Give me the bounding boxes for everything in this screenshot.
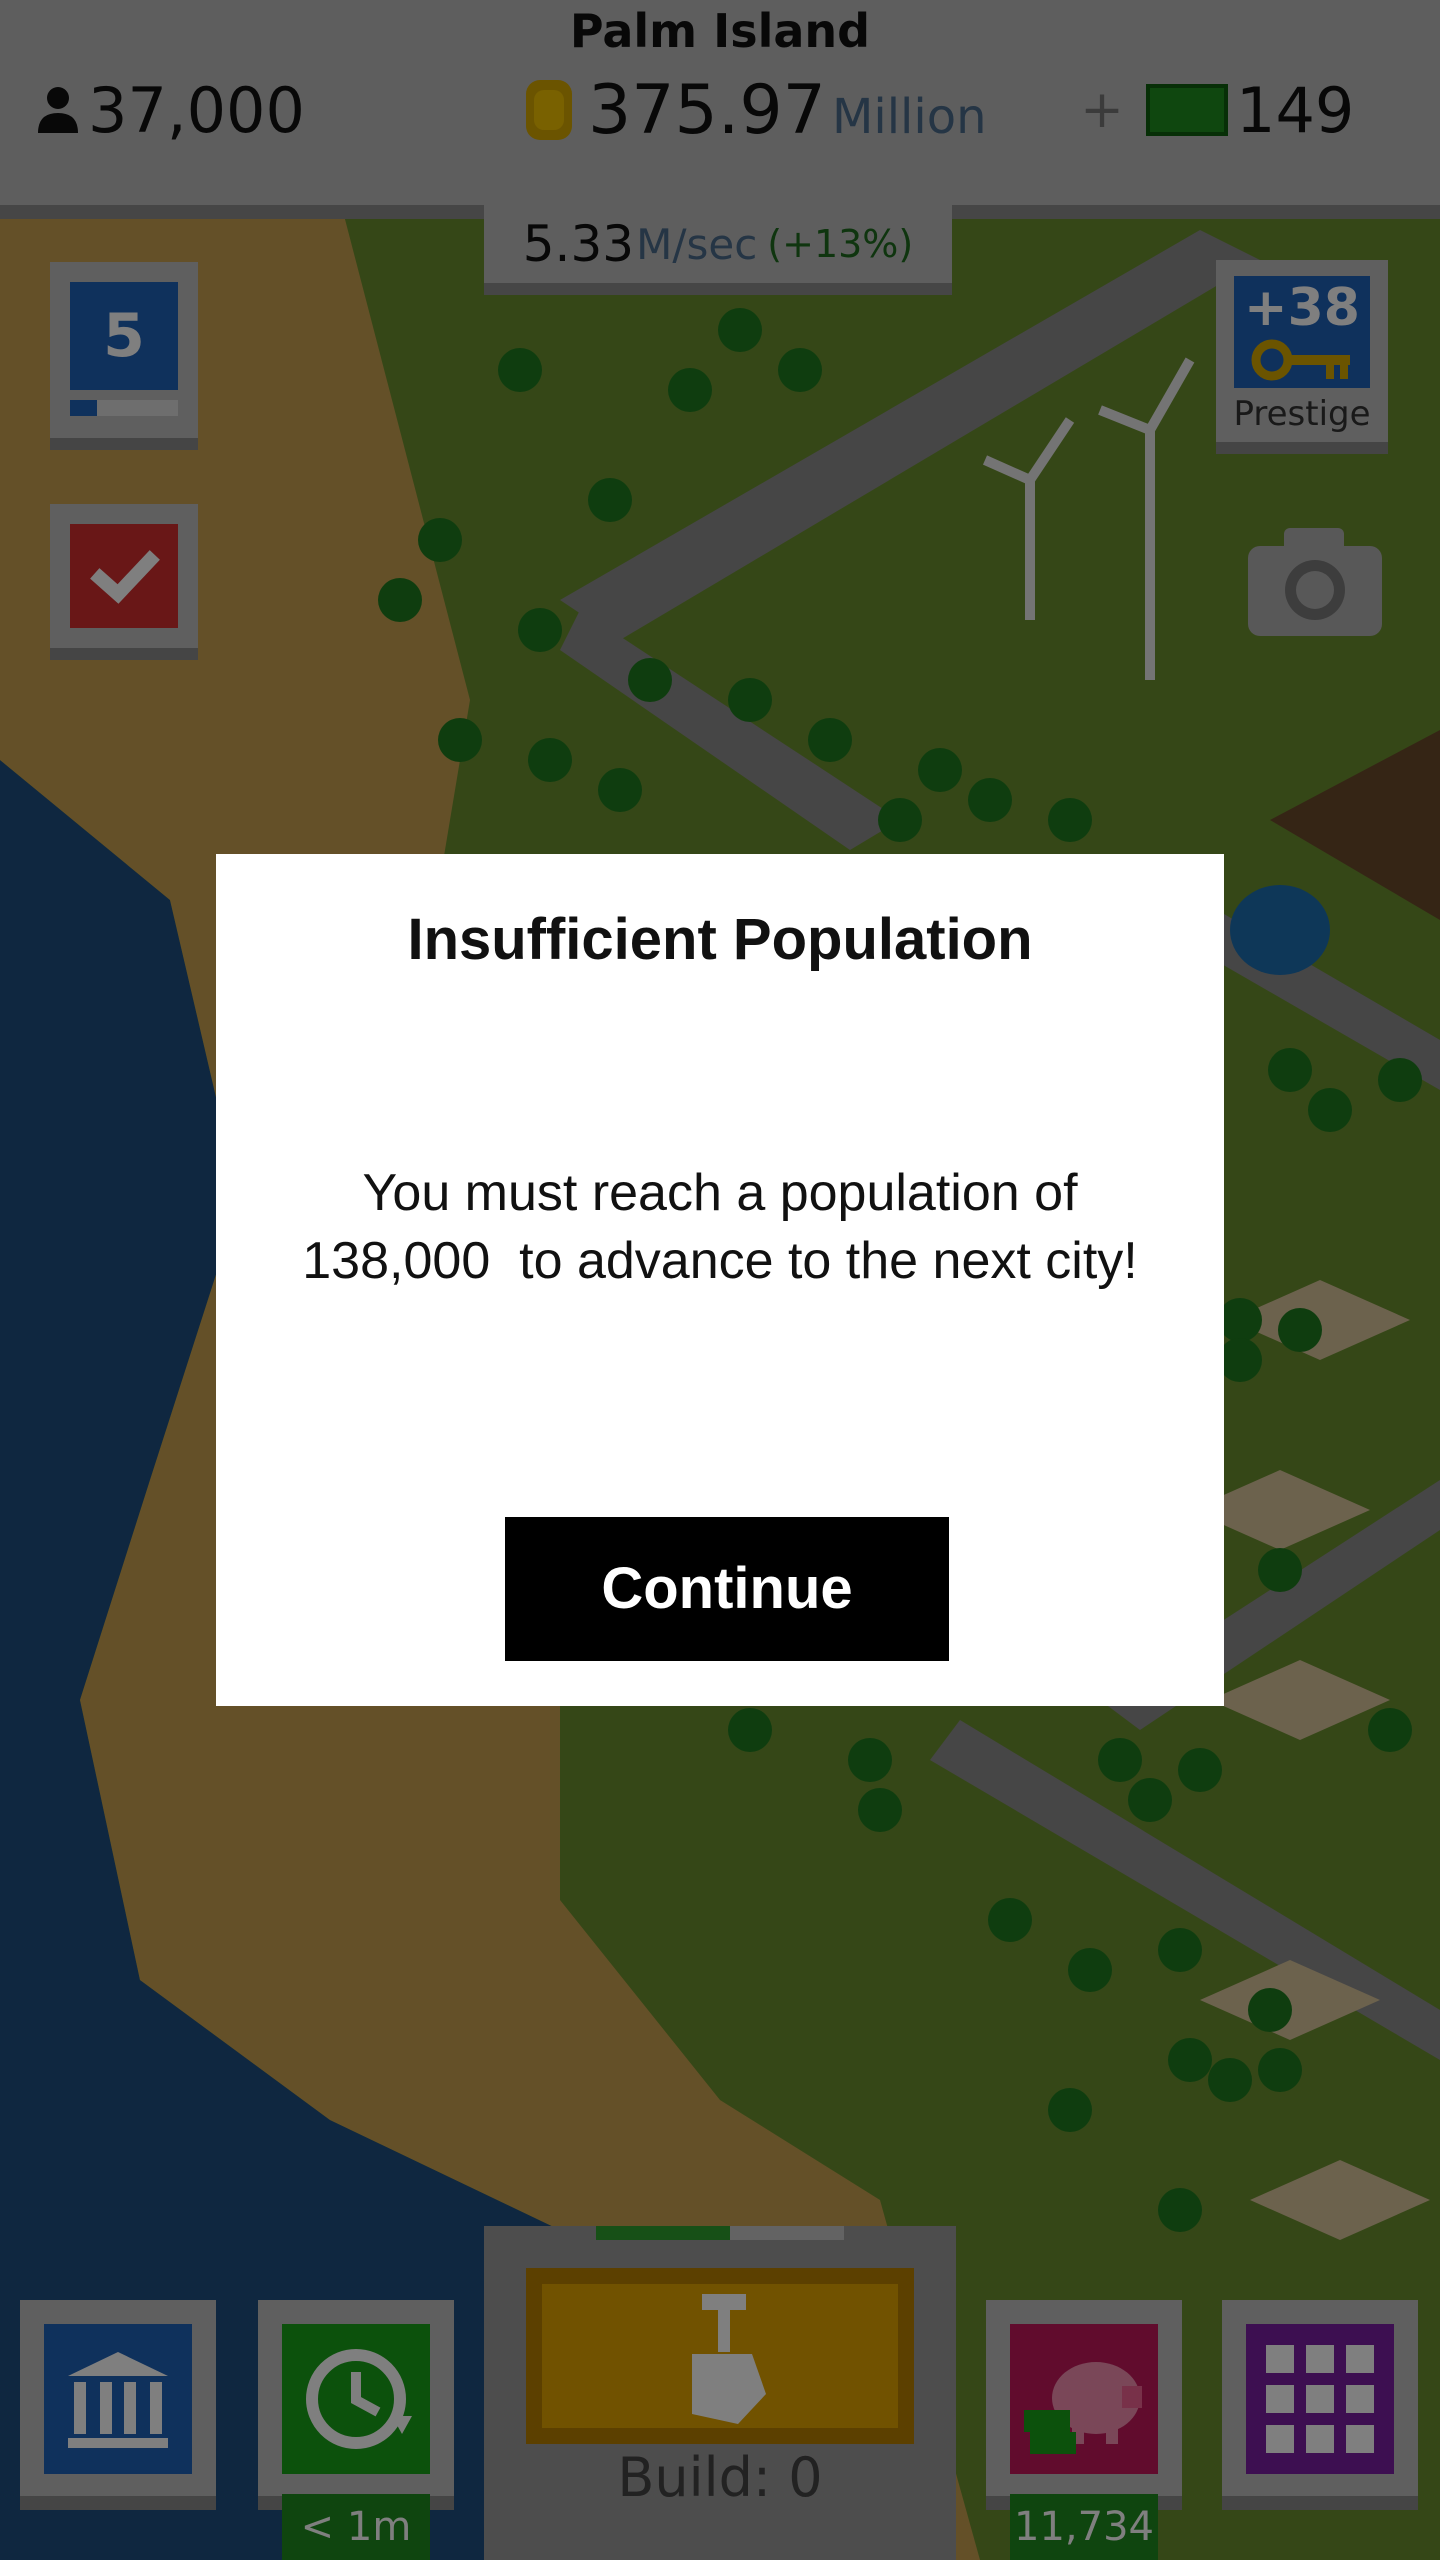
continue-button[interactable]: Continue [505,1517,949,1661]
insufficient-population-dialog: Insufficient Population You must reach a… [216,854,1224,1706]
dialog-title: Insufficient Population [407,907,1033,972]
dialog-message: You must reach a population of 138,000 t… [256,1159,1184,1295]
dialog-message-line-2: 138,000 to advance to the next city! [302,1232,1138,1290]
dialog-message-line-1: You must reach a population of [362,1164,1078,1222]
